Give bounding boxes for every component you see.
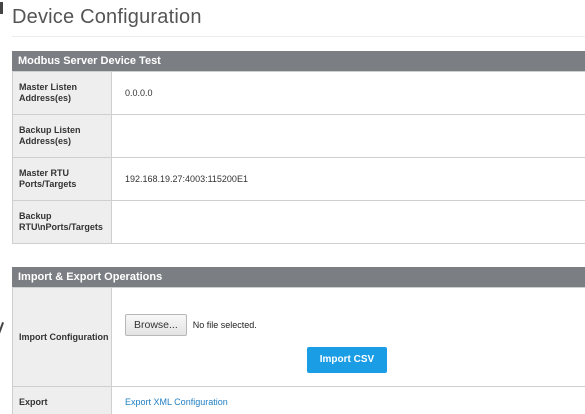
import-configuration-label: Import Configuration: [12, 287, 112, 387]
master-rtu-ports-value[interactable]: 192.168.19.27:4003:115200E1: [111, 157, 585, 201]
file-status-text: No file selected.: [192, 320, 257, 330]
export-cell: Export XML Configuration: [111, 386, 585, 414]
edge-mark-middle: [0, 322, 4, 334]
import-button-wrap: Import CSV: [125, 347, 585, 373]
browse-button[interactable]: Browse...: [125, 314, 187, 336]
master-listen-address-value[interactable]: 0.0.0.0: [111, 71, 585, 115]
import-export-section: Import & Export Operations Import Config…: [12, 267, 585, 414]
file-input: Browse... No file selected.: [125, 314, 585, 336]
modbus-server-section: Modbus Server Device Test Master Listen …: [12, 51, 585, 244]
export-label: Export: [12, 386, 112, 414]
backup-listen-address-value[interactable]: [111, 114, 585, 158]
import-configuration-cell: Browse... No file selected. Import CSV: [111, 287, 585, 387]
backup-rtu-ports-value[interactable]: [111, 200, 585, 244]
table-row: Export Export XML Configuration: [12, 386, 585, 414]
backup-listen-address-label: Backup Listen Address(es): [12, 114, 112, 158]
master-rtu-ports-label: Master RTU Ports/Targets: [12, 157, 112, 201]
table-row: Backup Listen Address(es): [12, 114, 585, 158]
table-row: Master Listen Address(es) 0.0.0.0: [12, 71, 585, 115]
import-export-table: Import Configuration Browse... No file s…: [12, 287, 585, 414]
device-configuration-page: Device Configuration Modbus Server Devic…: [0, 0, 585, 414]
modbus-section-header: Modbus Server Device Test: [12, 51, 585, 71]
master-listen-address-label: Master Listen Address(es): [12, 71, 112, 115]
table-row: Backup RTU\nPorts/Targets: [12, 200, 585, 244]
page-title: Device Configuration: [12, 6, 202, 28]
table-row: Import Configuration Browse... No file s…: [12, 287, 585, 387]
modbus-settings-table: Master Listen Address(es) 0.0.0.0 Backup…: [12, 71, 585, 244]
title-divider: [12, 36, 585, 37]
edge-mark-top: [0, 2, 3, 14]
export-xml-configuration-link[interactable]: Export XML Configuration: [125, 397, 228, 407]
import-csv-button[interactable]: Import CSV: [307, 347, 387, 373]
table-row: Master RTU Ports/Targets 192.168.19.27:4…: [12, 157, 585, 201]
backup-rtu-ports-label: Backup RTU\nPorts/Targets: [12, 200, 112, 244]
import-export-section-header: Import & Export Operations: [12, 267, 585, 287]
